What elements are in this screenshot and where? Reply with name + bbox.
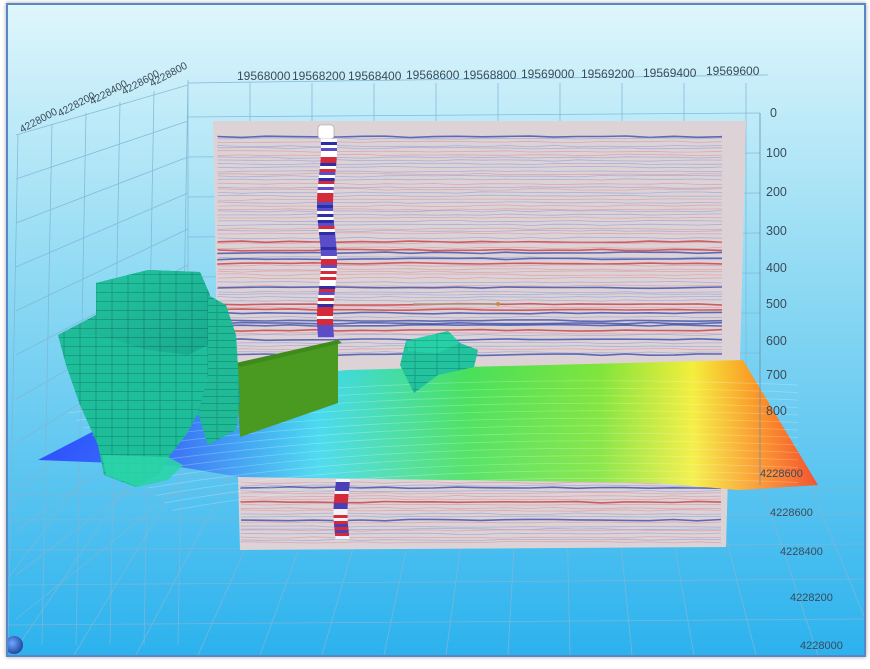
x-tick-label: 19569400 — [643, 66, 697, 80]
seismic-section[interactable] — [213, 121, 746, 550]
depth-tick-label: 700 — [766, 368, 787, 382]
depth-tick-label: 200 — [766, 185, 787, 199]
depth-tick-label: 800 — [766, 404, 787, 418]
x-tick-label: 19569600 — [706, 64, 760, 78]
depth-tick-label: 300 — [766, 224, 787, 238]
y-tick-label: 4228200 — [790, 592, 833, 604]
depth-tick-label: 500 — [766, 297, 787, 311]
3d-viewport[interactable]: 19568000 19568200 19568400 19568600 1956… — [6, 3, 866, 657]
depth-tick-label: 100 — [766, 146, 787, 160]
trajectory-end-marker — [496, 302, 500, 306]
y-tick-label: 4228400 — [780, 546, 823, 558]
y-tick-label: 4228600 — [770, 507, 813, 519]
y-tick-label: 4228600 — [760, 468, 803, 480]
x-tick-label: 19568400 — [348, 69, 402, 83]
x-tick-label: 19569000 — [521, 67, 575, 81]
x-tick-label: 19568000 — [237, 69, 291, 83]
depth-tick-label: 0 — [770, 106, 777, 120]
y-tick-label: 4228000 — [800, 640, 843, 652]
x-tick-label: 19568600 — [406, 68, 460, 82]
3d-scene[interactable]: 19568000 19568200 19568400 19568600 1956… — [8, 5, 864, 655]
x-tick-label: 19568200 — [292, 69, 346, 83]
x-tick-label: 19569200 — [581, 67, 635, 81]
x-tick-label: 19568800 — [463, 68, 517, 82]
depth-tick-label: 600 — [766, 334, 787, 348]
depth-tick-label: 400 — [766, 261, 787, 275]
